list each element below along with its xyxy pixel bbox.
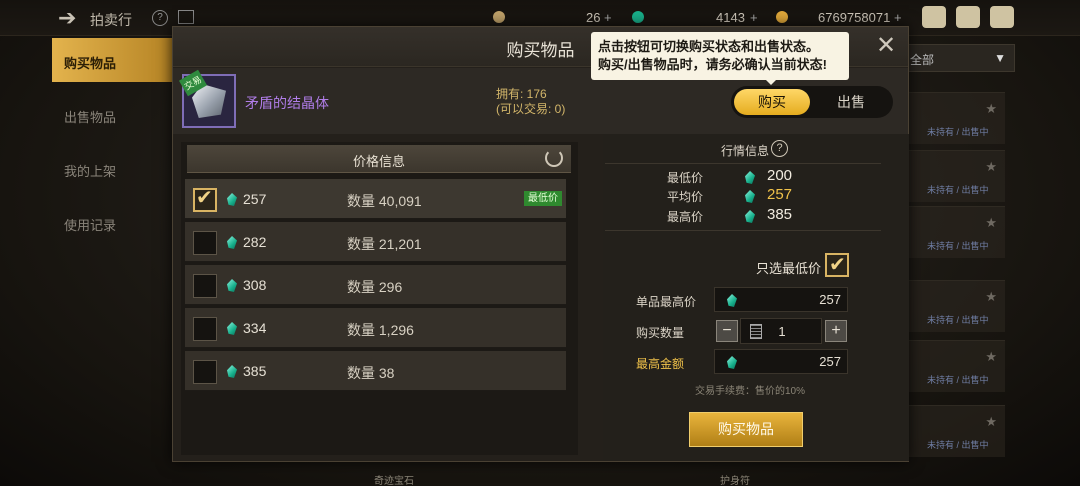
list-item[interactable]: ★ 未持有 / 出售中 [905,92,1005,144]
max-total-label: 最高金额 [636,357,685,371]
average-price-label: 平均价 [667,190,704,204]
lowest-price-badge: 最低价 [524,191,562,206]
row-checkbox[interactable] [193,317,217,341]
green-gem-icon [227,365,237,378]
average-price-value: 257 [767,186,793,203]
buy-item-button[interactable]: 购买物品 [689,412,803,447]
gold-coin-add-icon[interactable]: + [894,10,902,25]
mail-icon[interactable] [956,6,980,28]
lowest-price-value: 200 [767,167,793,184]
treasure-icon[interactable] [922,6,946,28]
sidebar: 购买物品 出售物品 我的上架 使用记录 [0,36,175,486]
green-gem-add-icon[interactable]: + [750,10,758,25]
green-gem-icon [227,193,237,206]
max-total-field: 257 [714,349,848,374]
row-checkbox[interactable] [193,231,217,255]
list-item[interactable]: ★ 未持有 / 出售中 [905,206,1005,258]
mode-tooltip: 点击按钮可切换购买状态和出售状态。 购买/出售物品时，请务必确认当前状态! [591,32,849,85]
table-row[interactable]: 308 数量 296 [185,265,566,305]
buy-item-dialog: 购买物品 ✕ 点击按钮可切换购买状态和出售状态。 购买/出售物品时，请务必确认当… [172,26,909,462]
help-icon[interactable]: ? [771,140,788,157]
buy-quantity-label: 购买数量 [636,326,685,340]
price-table-header: 价格信息 [187,145,571,173]
category-dropdown[interactable]: 全部 ▼ [905,44,1015,72]
moon-coin-icon [493,11,505,23]
buy-sell-toggle[interactable]: 购买 出售 [731,86,893,118]
quantity-plus-button[interactable]: + [825,320,847,342]
divider [605,230,881,231]
only-lowest-label: 只选最低价 [756,261,822,276]
table-row[interactable]: ✔ 257 数量 40,091 最低价 [185,179,566,219]
green-gem-icon [227,236,237,249]
star-icon[interactable]: ★ [985,215,997,231]
list-item[interactable]: ★ 未持有 / 出售中 [905,405,1005,457]
sidebar-item-sell[interactable]: 出售物品 [52,92,174,136]
page-title: 拍卖行 [90,12,132,28]
row-checkbox[interactable] [193,360,217,384]
refresh-icon[interactable] [545,149,563,167]
table-row[interactable]: 385 数量 38 [185,351,566,391]
list-item[interactable]: ★ 未持有 / 出售中 [905,150,1005,202]
item-icon-frame[interactable]: 交易 [178,69,236,128]
chevron-down-icon: ▼ [994,51,1006,65]
back-arrow-icon[interactable]: ➔ [58,7,76,29]
toggle-sell[interactable]: 出售 [813,89,889,115]
star-icon[interactable]: ★ [985,349,997,365]
sidebar-item-history[interactable]: 使用记录 [52,200,174,244]
star-icon[interactable]: ★ [985,414,997,430]
owned-count: 拥有: 176 (可以交易: 0) [496,87,566,116]
list-item[interactable]: ★ 未持有 / 出售中 [905,280,1005,332]
row-checkbox[interactable] [193,274,217,298]
sidebar-item-buy[interactable]: 购买物品 [52,38,174,82]
quantity-field[interactable]: 1 [740,318,822,344]
toggle-buy[interactable]: 购买 [734,89,810,115]
bg-item-label: 护身符 [720,476,750,486]
green-gem-count: 4143 [716,10,745,25]
green-gem-icon [727,294,737,307]
gold-coin-icon [776,11,788,23]
quantity-minus-button[interactable]: − [716,320,738,342]
unit-max-price-field[interactable]: 257 [714,287,848,312]
table-row[interactable]: 334 数量 1,296 [185,308,566,348]
document-icon[interactable] [178,10,194,24]
divider [605,163,881,164]
checkmark-icon: ✔ [829,254,846,276]
checkmark-icon: ✔ [196,187,213,209]
lowest-price-label: 最低价 [667,171,704,185]
market-info-title: 行情信息 [721,144,770,158]
item-name: 矛盾的结晶体 [245,95,329,111]
gold-coin-count: 6769758071 [818,10,891,25]
moon-coin-add-icon[interactable]: + [604,10,612,25]
unit-max-price-label: 单品最高价 [636,295,697,309]
star-icon[interactable]: ★ [985,101,997,117]
green-gem-icon [227,279,237,292]
sidebar-item-my-listings[interactable]: 我的上架 [52,146,174,190]
highest-price-label: 最高价 [667,210,704,224]
green-gem-icon [727,356,737,369]
green-gem-icon [632,11,644,23]
close-icon[interactable]: ✕ [876,34,896,58]
list-item[interactable]: ★ 未持有 / 出售中 [905,340,1005,392]
only-lowest-checkbox[interactable]: ✔ [825,253,849,277]
table-row[interactable]: 282 数量 21,201 [185,222,566,262]
help-icon[interactable]: ? [152,10,168,26]
moon-coin-count: 26 [586,10,601,25]
star-icon[interactable]: ★ [985,289,997,305]
bg-item-label: 奇迹宝石 [374,476,414,486]
row-checkbox[interactable]: ✔ [193,187,217,212]
chat-icon[interactable] [990,6,1014,28]
highest-price-value: 385 [767,206,793,223]
star-icon[interactable]: ★ [985,159,997,175]
green-gem-icon [227,322,237,335]
fee-note: 交易手续费：售价的10% [695,386,806,397]
